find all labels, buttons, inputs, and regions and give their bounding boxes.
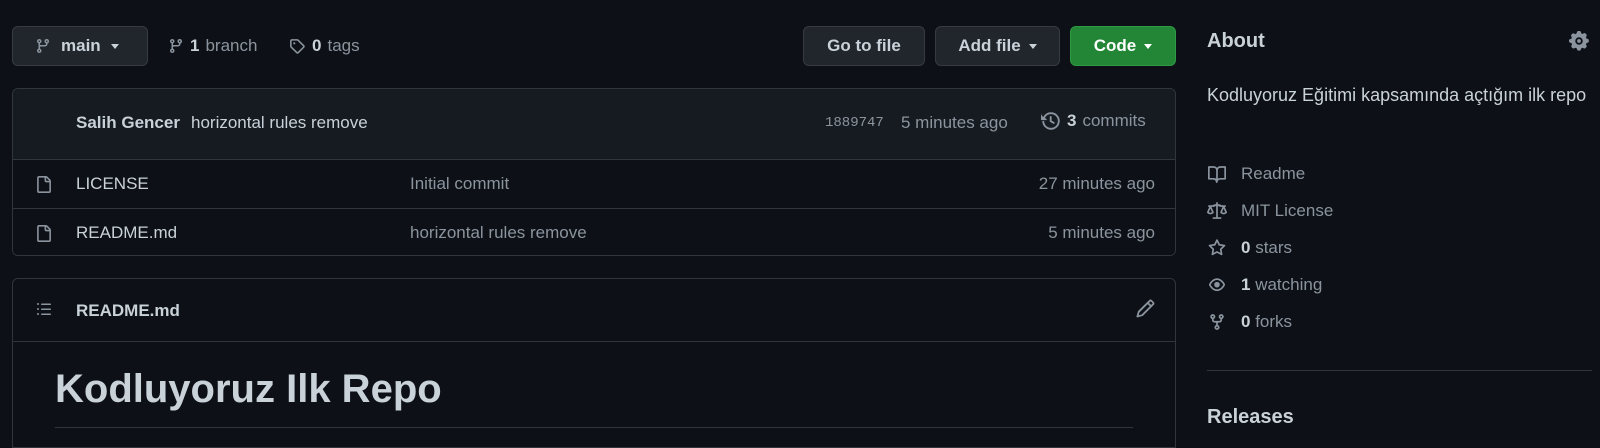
file-row-license[interactable]: LICENSE Initial commit 27 minutes ago <box>13 160 1175 208</box>
commit-count: 3 <box>1067 111 1077 130</box>
branch-name: main <box>61 36 101 55</box>
latest-commit-bar: Salih Gencer horizontal rules remove 188… <box>13 89 1175 160</box>
about-title: About <box>1207 30 1265 52</box>
file-row-readme[interactable]: README.md horizontal rules remove 5 minu… <box>13 208 1175 255</box>
commit-label: commits <box>1082 111 1146 130</box>
branch-icon <box>35 38 51 54</box>
readme-label: Readme <box>1241 164 1306 183</box>
chevron-down-icon <box>110 43 119 49</box>
add-file-button[interactable]: Add file <box>935 26 1060 66</box>
stars-count: 0 <box>1241 238 1251 257</box>
tag-label: tags <box>327 36 360 55</box>
stars-label: stars <box>1255 238 1293 257</box>
eye-icon <box>1207 276 1227 294</box>
chevron-down-icon <box>1028 43 1037 49</box>
branch-select-button[interactable]: main <box>12 26 148 66</box>
tag-icon <box>289 38 306 55</box>
branches-link[interactable]: 1 branch <box>168 26 257 66</box>
releases-title[interactable]: Releases <box>1207 406 1294 429</box>
file-name[interactable]: LICENSE <box>76 174 149 194</box>
go-to-file-label: Go to file <box>827 36 901 55</box>
branch-label: branch <box>205 36 258 55</box>
readme-header: README.md <box>13 279 1175 342</box>
scale-icon <box>1207 202 1227 220</box>
history-icon <box>1041 111 1061 131</box>
tag-count: 0 <box>312 36 322 55</box>
file-list: Salih Gencer horizontal rules remove 188… <box>12 88 1176 256</box>
code-button[interactable]: Code <box>1070 26 1176 66</box>
file-icon <box>35 224 52 243</box>
list-icon[interactable] <box>35 301 53 317</box>
watching-label: watching <box>1255 275 1323 294</box>
license-link[interactable]: MIT License <box>1207 201 1333 221</box>
stars-link[interactable]: 0 stars <box>1207 238 1292 258</box>
about-description: Kodluyoruz Eğitimi kapsamında açtığım il… <box>1207 85 1587 105</box>
branch-icon <box>168 38 184 54</box>
code-label: Code <box>1093 36 1137 55</box>
star-icon <box>1207 239 1227 257</box>
license-label: MIT License <box>1241 201 1334 220</box>
commit-message[interactable]: horizontal rules remove <box>191 113 368 133</box>
forks-link[interactable]: 0 forks <box>1207 312 1292 332</box>
fork-icon <box>1207 313 1227 331</box>
file-commit-time: 5 minutes ago <box>1048 223 1155 242</box>
file-commit-time: 27 minutes ago <box>1038 174 1155 193</box>
gear-icon[interactable] <box>1569 31 1589 51</box>
readme-filename[interactable]: README.md <box>76 301 180 321</box>
commits-link[interactable]: 3 commits <box>1041 111 1146 131</box>
readme-heading: Kodluyoruz Ilk Repo <box>55 367 442 411</box>
readme-link[interactable]: Readme <box>1207 164 1305 184</box>
add-file-label: Add file <box>958 36 1021 55</box>
commit-sha[interactable]: 1889747 <box>825 115 884 131</box>
book-icon <box>1207 165 1227 183</box>
commit-author[interactable]: Salih Gencer <box>76 113 180 133</box>
tags-link[interactable]: 0 tags <box>289 26 360 66</box>
file-name[interactable]: README.md <box>76 223 177 243</box>
pencil-icon[interactable] <box>1136 299 1155 318</box>
chevron-down-icon <box>1144 43 1153 49</box>
sidebar-divider <box>1207 370 1592 371</box>
file-commit-message[interactable]: Initial commit <box>410 174 509 194</box>
commit-time: 5 minutes ago <box>901 113 1008 132</box>
file-icon <box>35 175 52 194</box>
heading-divider <box>55 427 1133 428</box>
branch-count: 1 <box>190 36 200 55</box>
go-to-file-button[interactable]: Go to file <box>803 26 925 66</box>
readme-panel: README.md Kodluyoruz Ilk Repo <box>12 278 1176 448</box>
watching-count: 1 <box>1241 275 1251 294</box>
watching-link[interactable]: 1 watching <box>1207 275 1322 295</box>
forks-label: forks <box>1255 312 1293 331</box>
forks-count: 0 <box>1241 312 1251 331</box>
file-commit-message[interactable]: horizontal rules remove <box>410 223 587 243</box>
